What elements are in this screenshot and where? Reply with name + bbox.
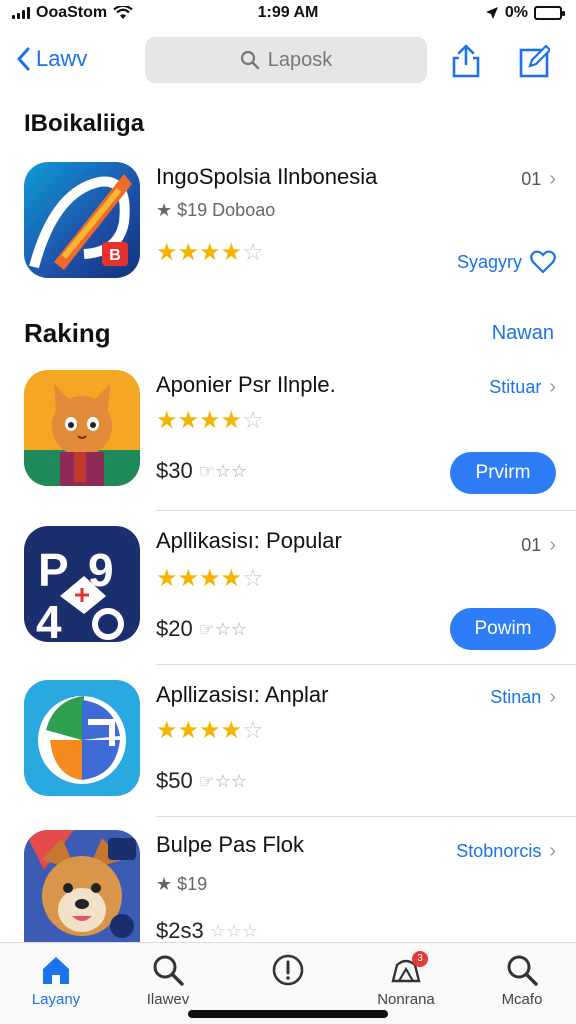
chevron-left-icon (17, 47, 30, 71)
ranking-app-row[interactable]: Apllizasisı: Anplar ★★★★☆ $50 ☞☆☆ Stinan › (24, 680, 556, 804)
chevron-right-icon: › (549, 168, 556, 190)
rating-value: $19 (177, 874, 208, 894)
featured-rating-value: $19 Doboao (177, 200, 276, 220)
tab-label: Ilawev (146, 991, 190, 1008)
chevron-right-icon: › (549, 686, 556, 708)
chevron-right-icon: › (549, 840, 556, 862)
ranking-app-price: $50 ☞☆☆ (156, 768, 247, 794)
ranking-app-icon[interactable]: P 9 4 (24, 526, 140, 642)
ranking-star-rating: ★★★★☆ (156, 407, 264, 434)
search-icon (507, 955, 538, 986)
featured-meta-label: 01 (521, 169, 542, 189)
back-button[interactable]: Lawv (16, 46, 87, 72)
featured-app-row[interactable]: B IngoSpolsia Ilnbonesia ★ $19 Doboao ★★… (24, 162, 556, 286)
wishlist-button[interactable]: Syagyry (457, 250, 556, 274)
small-star-icon: ★ (156, 200, 178, 220)
status-right: 0% (485, 4, 565, 22)
featured-app-name: IngoSpolsia Ilnbonesia (156, 164, 378, 189)
tab-label: Layany (31, 991, 81, 1008)
chevron-right-icon: › (549, 376, 556, 398)
featured-app-icon[interactable]: B (24, 162, 140, 278)
row-divider (156, 510, 576, 511)
svg-text:4: 4 (36, 596, 62, 642)
notification-badge: 3 (412, 951, 428, 967)
empty-stars-icon: ☆☆☆ (209, 920, 259, 941)
price-value: $50 (156, 768, 193, 793)
ranking-app-link[interactable]: Stinan › (490, 686, 556, 709)
tab-bar: Layany Ilawev 3 Nonrana Mcafo (0, 942, 576, 1024)
ranking-star-rating: ★★★★☆ (156, 717, 264, 744)
ranking-app-icon[interactable] (24, 370, 140, 486)
ranking-app-link-label: 01 (521, 535, 542, 555)
ranking-star-rating: ★★★★☆ (156, 565, 264, 592)
search-icon (240, 50, 259, 70)
featured-star-rating: ★★★★☆ (156, 239, 264, 266)
ranking-app-icon[interactable] (24, 680, 140, 796)
tab-label: Mcafo (501, 991, 543, 1008)
ranking-app-name: Bulpe Pas Flok (156, 832, 304, 857)
wishlist-label: Syagyry (456, 251, 522, 272)
hand-icon: ☞☆☆ (198, 618, 248, 639)
location-arrow-icon (485, 7, 498, 19)
back-label: Lawv (36, 46, 88, 71)
ranking-app-price: $20 ☞☆☆ (156, 616, 247, 642)
featured-rating-text: ★ $19 Doboao (156, 200, 275, 221)
ranking-app-price: $2s3 ☆☆☆ (156, 918, 258, 944)
search-icon (153, 955, 184, 986)
ranking-app-row[interactable]: P 9 4 Apllikasisı: Popular ★★★★☆ $20 ☞☆☆ … (24, 526, 556, 652)
ranking-app-price: $30 ☞☆☆ (156, 458, 247, 484)
ranking-app-link-label: Stinan (490, 687, 542, 707)
ranking-app-link[interactable]: 01 › (521, 534, 556, 557)
status-bar: OoaStom 1:99 AM 0% (0, 0, 576, 30)
hand-icon: ☞☆☆ (198, 460, 248, 481)
search-input[interactable]: Laposk (145, 37, 427, 83)
ranking-app-name: Apllikasisı: Popular (156, 528, 342, 553)
svg-text:B: B (109, 247, 121, 264)
heart-icon (530, 250, 556, 274)
price-value: $20 (156, 616, 193, 641)
share-icon[interactable] (450, 44, 482, 78)
home-indicator (188, 1010, 388, 1018)
compass-icon (272, 954, 304, 986)
battery-icon (534, 6, 565, 20)
search-placeholder: Laposk (267, 48, 333, 71)
ranking-see-all-link[interactable]: Nawan (492, 322, 554, 345)
get-button[interactable]: Powim (450, 608, 556, 650)
price-value: $30 (156, 458, 193, 483)
row-divider (156, 816, 576, 817)
small-star-icon: ★ (156, 874, 178, 894)
svg-text:P: P (38, 544, 69, 596)
ranking-app-link[interactable]: Stobnorcis › (456, 840, 556, 863)
row-divider (156, 664, 576, 665)
nav-bar: Lawv Laposk (0, 36, 576, 86)
compose-icon[interactable] (518, 44, 550, 78)
get-button[interactable]: Prvirm (450, 452, 556, 494)
ranking-app-row[interactable]: Bulpe Pas Flok ★ $19 $2s3 ☆☆☆ Stobnorcis › (24, 830, 556, 944)
featured-section-title: IBoikaliiga (24, 110, 145, 137)
ranking-app-link[interactable]: Stituar › (489, 376, 556, 399)
tab-search[interactable]: Ilawev (118, 953, 218, 1008)
tab-notifications[interactable]: 3 Nonrana (356, 951, 456, 1008)
price-value: $2s3 (156, 918, 204, 943)
ranking-app-icon[interactable] (24, 830, 140, 942)
ranking-app-name: Apllizasisı: Anplar (156, 682, 329, 707)
featured-more-link[interactable]: 01 › (521, 168, 556, 191)
ranking-rating-text: ★ $19 (156, 874, 207, 895)
ranking-app-link-label: Stituar (489, 377, 542, 397)
tab-home[interactable]: Layany (6, 953, 106, 1008)
chevron-right-icon: › (549, 534, 556, 556)
ranking-app-name: Aponier Psr Ilnple. (156, 372, 336, 397)
battery-percent: 0% (504, 4, 528, 21)
ranking-section-title: Raking (24, 318, 111, 348)
ranking-app-link-label: Stobnorcis (456, 841, 542, 861)
hand-icon: ☞☆☆ (198, 770, 248, 791)
tab-explore[interactable] (238, 953, 338, 991)
tab-label: Nonrana (377, 991, 435, 1008)
ranking-app-row[interactable]: Aponier Psr Ilnple. ★★★★☆ $30 ☞☆☆ Stituar… (24, 370, 556, 500)
home-icon (43, 957, 69, 984)
tab-more[interactable]: Mcafo (472, 953, 572, 1008)
